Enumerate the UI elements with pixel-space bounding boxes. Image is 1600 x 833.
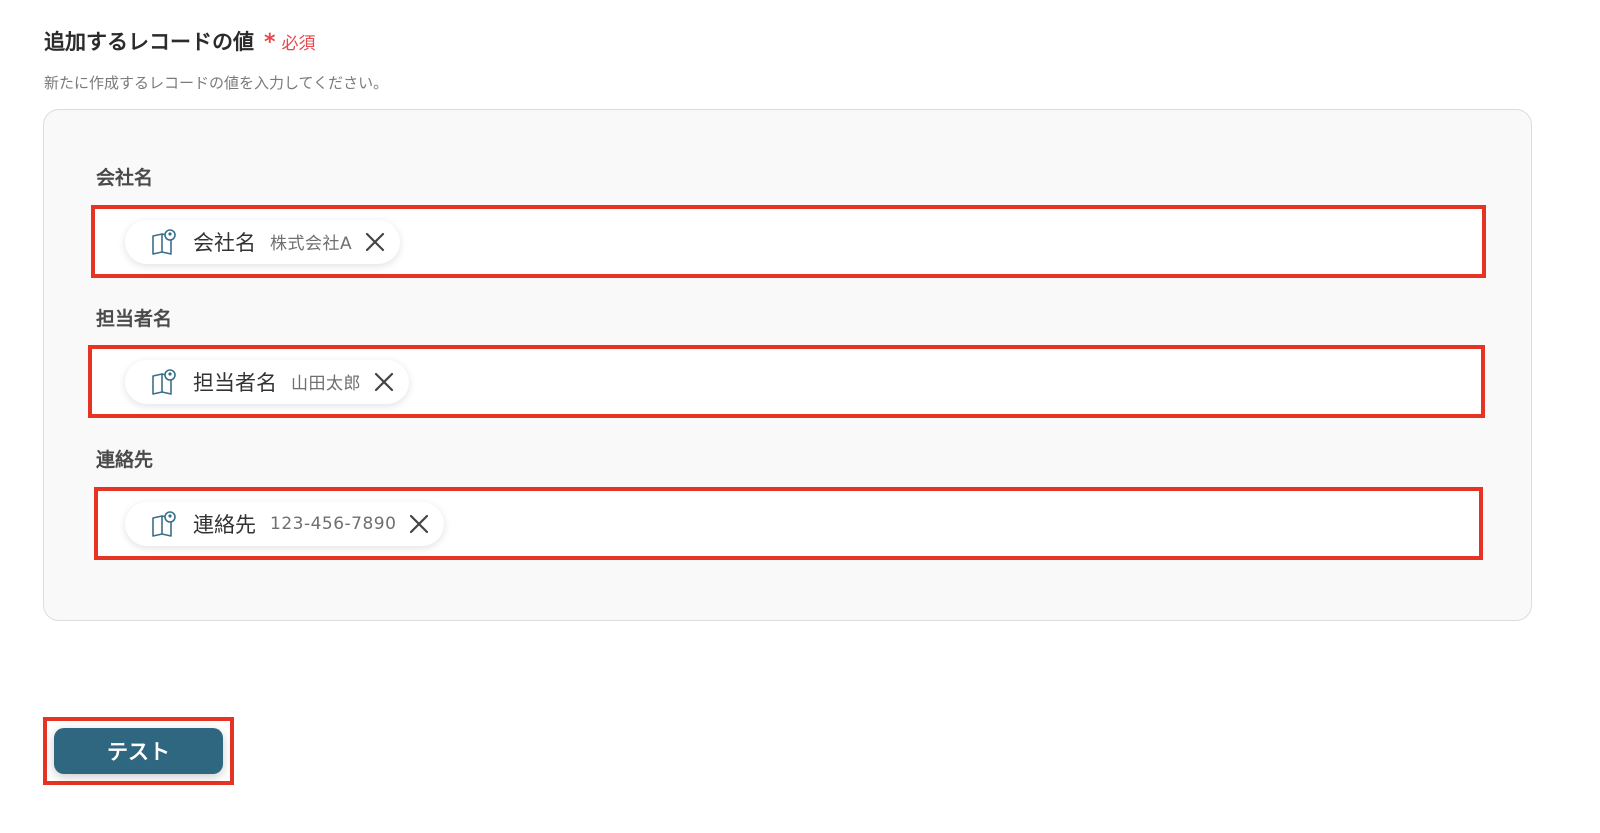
close-icon[interactable] (373, 371, 395, 393)
chip-name: 会社名 (193, 230, 256, 255)
chip-value: 株式会社A (270, 234, 353, 254)
variable-chip-contact-person[interactable]: 担当者名 山田太郎 (125, 359, 409, 404)
test-button[interactable]: テスト (54, 728, 223, 774)
variable-chip-contact-info[interactable]: 連絡先 123-456-7890 (125, 501, 445, 546)
chip-name: 連絡先 (193, 512, 256, 537)
book-user-icon (152, 510, 176, 537)
company-name-input[interactable]: 会社名 株式会社A (91, 205, 1486, 278)
contact-person-input[interactable]: 担当者名 山田太郎 (88, 345, 1485, 418)
book-user-icon (152, 368, 176, 395)
field-label-company: 会社名 (96, 167, 154, 189)
chip-name: 担当者名 (193, 370, 277, 395)
test-button-highlight: テスト (43, 717, 234, 785)
required-asterisk: * (264, 30, 276, 55)
chip-value: 123-456-7890 (270, 513, 397, 534)
required-label: 必須 (281, 34, 316, 54)
section-description: 新たに作成するレコードの値を入力してください。 (44, 74, 389, 92)
section-title-text: 追加するレコードの値 (44, 30, 254, 54)
field-label-contact-person: 担当者名 (96, 308, 173, 330)
field-label-contact-info: 連絡先 (96, 449, 154, 471)
book-user-icon (152, 228, 176, 255)
close-icon[interactable] (364, 231, 386, 253)
section-title: 追加するレコードの値 * 必須 (44, 26, 316, 56)
chip-value: 山田太郎 (291, 374, 361, 394)
close-icon[interactable] (408, 513, 430, 535)
contact-info-input[interactable]: 連絡先 123-456-7890 (94, 487, 1483, 560)
variable-chip-company[interactable]: 会社名 株式会社A (125, 219, 401, 264)
